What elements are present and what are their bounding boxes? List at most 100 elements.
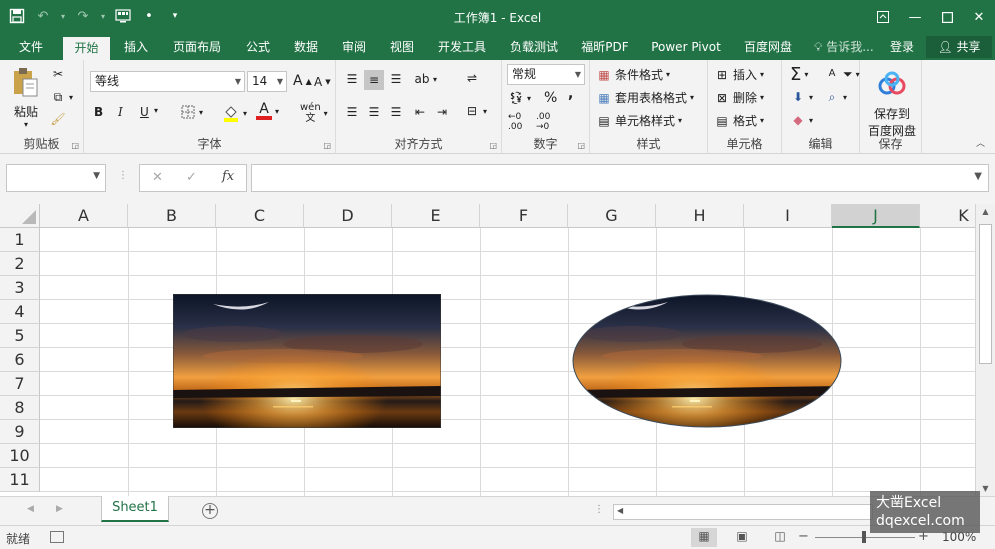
borders-button[interactable]: ▾ [180, 104, 203, 120]
scroll-left-icon[interactable]: ◀ [617, 506, 623, 515]
alignment-launcher-icon[interactable]: ◲ [489, 141, 497, 150]
tab-insert[interactable]: 插入 [114, 34, 158, 60]
row-header-6[interactable]: 6 [0, 348, 40, 372]
column-header-e[interactable]: E [392, 204, 480, 228]
increase-decimal-button[interactable]: ←0.00 [508, 112, 522, 132]
ribbon-display-options-icon[interactable] [867, 0, 899, 34]
collapse-ribbon-icon[interactable]: ︿ [976, 136, 985, 149]
phonetic-button[interactable]: wén 文 ▾ [300, 102, 328, 124]
middle-align-button[interactable]: ≡ [364, 70, 384, 90]
underline-dropdown-icon[interactable]: ▾ [154, 106, 158, 115]
number-launcher-icon[interactable]: ◲ [577, 141, 585, 150]
column-header-d[interactable]: D [304, 204, 392, 228]
column-header-a[interactable]: A [40, 204, 128, 228]
normal-view-icon[interactable]: ▦ [691, 528, 717, 547]
autosum-button[interactable]: Σ ▾ [790, 64, 808, 85]
select-all-button[interactable] [0, 204, 40, 228]
macro-record-icon[interactable] [50, 531, 64, 543]
tell-me-box[interactable]: 💡︎ 告诉我... [814, 34, 874, 60]
cut-button[interactable]: ✂ [50, 66, 66, 82]
tab-file[interactable]: 文件 [6, 34, 56, 60]
bottom-align-button[interactable]: ☰ [388, 71, 404, 87]
column-header-h[interactable]: H [656, 204, 744, 228]
row-header-7[interactable]: 7 [0, 372, 40, 396]
bold-button[interactable]: B [94, 105, 103, 119]
insert-cells-button[interactable]: ⊞ 插入 ▾ [714, 66, 764, 83]
orientation-button[interactable]: ab ▾ [414, 71, 438, 87]
next-sheet-icon[interactable]: ▶ [56, 504, 63, 514]
cancel-icon[interactable]: ✕ [152, 170, 163, 185]
share-button[interactable]: 👤︎ 共享 [926, 36, 992, 58]
tab-data[interactable]: 数据 [284, 34, 328, 60]
clear-button[interactable]: ◆ ▾ [790, 112, 813, 128]
column-header-f[interactable]: F [480, 204, 568, 228]
row-header-4[interactable]: 4 [0, 300, 40, 324]
find-select-button[interactable]: ⌕ ▾ [824, 89, 847, 105]
clipboard-launcher-icon[interactable]: ◲ [71, 141, 79, 150]
sunset-picture-rectangle[interactable] [173, 294, 441, 428]
row-header-5[interactable]: 5 [0, 324, 40, 348]
row-header-9[interactable]: 9 [0, 420, 40, 444]
format-painter-button[interactable]: 🖌︎ [50, 111, 66, 127]
tab-home[interactable]: 开始 [63, 37, 110, 60]
tab-formulas[interactable]: 公式 [236, 34, 280, 60]
row-header-8[interactable]: 8 [0, 396, 40, 420]
scroll-up-icon[interactable]: ▲ [976, 207, 995, 216]
merge-center-button[interactable]: ⊟ ▾ [464, 103, 487, 119]
sheet-tab-sheet1[interactable]: Sheet1 [101, 496, 169, 522]
page-layout-view-icon[interactable]: ▣ [729, 528, 755, 547]
increase-indent-button[interactable]: ⇥ [434, 104, 450, 120]
copy-button[interactable]: ⧉ ▾ [50, 89, 73, 105]
column-header-b[interactable]: B [128, 204, 216, 228]
expand-formula-bar-icon[interactable]: ▼ [974, 171, 982, 182]
align-center-button[interactable]: ☰ [366, 104, 382, 120]
row-header-11[interactable]: 11 [0, 468, 40, 492]
formula-input[interactable]: ▼ [251, 164, 989, 192]
percent-button[interactable]: % [544, 90, 557, 106]
zoom-out-icon[interactable]: − [798, 529, 809, 544]
row-header-3[interactable]: 3 [0, 276, 40, 300]
paste-button[interactable]: 粘贴 ▾ [8, 66, 44, 129]
accounting-format-button[interactable]: 💱︎ ▾ [508, 90, 531, 106]
tab-power-pivot[interactable]: Power Pivot [644, 34, 728, 60]
prev-sheet-icon[interactable]: ◀ [27, 504, 34, 514]
sort-filter-button[interactable]: A ⏷ ▾ [824, 66, 860, 82]
underline-button[interactable]: U [140, 105, 149, 119]
worksheet-grid[interactable]: A B C D E F G H I J K 1 2 3 4 5 6 7 8 9 … [0, 204, 975, 496]
font-color-button[interactable]: A ▾ [256, 102, 279, 120]
decrease-decimal-button[interactable]: .00 →0 [536, 112, 550, 132]
delete-cells-button[interactable]: ⊠ 删除 ▾ [714, 89, 764, 106]
tab-review[interactable]: 审阅 [332, 34, 376, 60]
sunset-picture-oval[interactable] [572, 294, 842, 428]
top-align-button[interactable]: ☰ [344, 71, 360, 87]
number-format-select[interactable]: 常规 ▼ [507, 64, 585, 85]
add-sheet-icon[interactable]: + [202, 503, 218, 519]
insert-function-button[interactable]: fx [222, 169, 234, 184]
name-box[interactable]: ▼ [6, 164, 106, 192]
row-header-2[interactable]: 2 [0, 252, 40, 276]
vertical-scrollbar[interactable]: ▲ ▼ [975, 204, 995, 496]
align-left-button[interactable]: ☰ [344, 104, 360, 120]
fill-color-button[interactable]: ▾ [222, 104, 247, 122]
page-break-view-icon[interactable]: ◫ [767, 528, 793, 547]
close-icon[interactable]: ✕ [963, 0, 995, 34]
zoom-slider-thumb[interactable] [862, 531, 866, 543]
italic-button[interactable]: I [118, 105, 123, 119]
column-header-k[interactable]: K [920, 204, 975, 228]
login-link[interactable]: 登录 [890, 34, 914, 60]
font-name-select[interactable]: 等线 ▼ [90, 71, 245, 92]
tab-load-test[interactable]: 负载测试 [502, 34, 566, 60]
tab-split-handle-icon[interactable]: ⋮ [594, 504, 604, 515]
align-right-button[interactable]: ☰ [388, 104, 404, 120]
shrink-font-button[interactable]: A ▼ [314, 75, 331, 89]
save-to-baidu-netdisk-button[interactable]: 保存到 百度网盘 [862, 68, 922, 139]
comma-button[interactable]: , [568, 86, 573, 102]
font-size-select[interactable]: 14 ▼ [247, 71, 287, 92]
column-header-c[interactable]: C [216, 204, 304, 228]
enter-icon[interactable]: ✓ [186, 170, 197, 185]
row-header-1[interactable]: 1 [0, 228, 40, 252]
horizontal-scrollbar[interactable]: ◀ [613, 504, 873, 520]
format-as-table-button[interactable]: ▦ 套用表格格式 ▾ [596, 89, 694, 106]
format-cells-button[interactable]: ▤ 格式 ▾ [714, 112, 764, 129]
decrease-indent-button[interactable]: ⇤ [412, 104, 428, 120]
